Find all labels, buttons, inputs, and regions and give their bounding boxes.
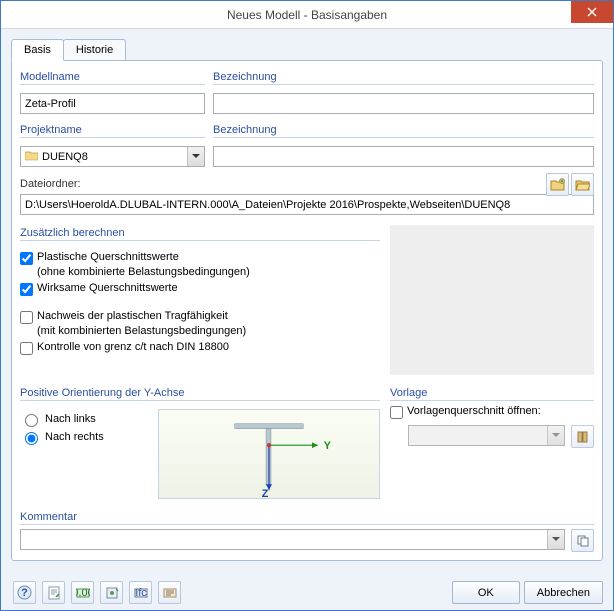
check-vorlage[interactable]: Vorlagenquerschnitt öffnen: <box>390 405 594 419</box>
check-nachweis[interactable]: Nachweis der plastischen Tragfähigkeit <box>20 310 380 324</box>
axis-diagram: Y Z <box>158 409 380 499</box>
label-bezeichnung-2: Bezeichnung <box>213 122 594 138</box>
copy-icon <box>576 534 590 548</box>
check-vorlage-label: Vorlagenquerschnitt öffnen: <box>407 405 541 417</box>
window-title: Neues Modell - Basisangaben <box>227 8 387 22</box>
units-button-1[interactable]: 0,00 <box>71 581 94 604</box>
axis-z-label: Z <box>262 488 269 498</box>
new-folder-button[interactable] <box>546 173 569 196</box>
check-kontrolle-box[interactable] <box>20 342 33 355</box>
check-vorlage-box[interactable] <box>390 406 403 419</box>
svg-text:?: ? <box>21 587 28 599</box>
cancel-button[interactable]: Abbrechen <box>524 581 603 604</box>
check-wirksam-label: Wirksame Querschnittswerte <box>37 282 178 294</box>
label-modellname: Modellname <box>20 69 205 85</box>
help-icon: ? <box>17 585 32 600</box>
settings-icon <box>105 586 119 600</box>
projekt-bezeichnung-input[interactable] <box>213 146 594 167</box>
preview-placeholder <box>390 225 594 375</box>
vorlage-combo[interactable] <box>408 425 565 448</box>
dateiordner-input[interactable] <box>20 194 594 215</box>
folder-icon <box>25 150 38 164</box>
check-plastisch-label: Plastische Querschnittswerte <box>37 251 179 263</box>
options-icon <box>163 586 177 600</box>
dialog-window: Neues Modell - Basisangaben Basis Histor… <box>0 0 614 611</box>
tab-basis[interactable]: Basis <box>11 39 64 61</box>
units-icon: 0,00 <box>76 586 90 600</box>
tab-historie[interactable]: Historie <box>63 39 126 61</box>
ifc-icon: Ifc <box>134 586 148 600</box>
check-wirksam[interactable]: Wirksame Querschnittswerte <box>20 282 380 296</box>
check-kontrolle[interactable]: Kontrolle von grenz c/t nach DIN 18800 <box>20 341 380 355</box>
label-yachse: Positive Orientierung der Y-Achse <box>20 385 380 401</box>
label-zusaetzlich: Zusätzlich berechnen <box>20 225 380 241</box>
kommentar-combo[interactable] <box>20 529 565 552</box>
units-button-2[interactable] <box>100 581 123 604</box>
projektname-combo[interactable]: DUENQ8 <box>20 146 205 167</box>
label-dateiordner: Dateiordner: <box>20 175 594 192</box>
tabstrip: Basis Historie <box>11 39 603 61</box>
radio-links-input[interactable] <box>25 414 38 427</box>
check-plastisch[interactable]: Plastische Querschnittswerte <box>20 251 380 265</box>
open-folder-button[interactable] <box>571 173 594 196</box>
chevron-down-icon <box>187 147 204 166</box>
units-button-3[interactable]: Ifc <box>129 581 152 604</box>
check-plastisch-box[interactable] <box>20 252 33 265</box>
radio-rechts-label: Nach rechts <box>45 431 104 443</box>
copy-comment-button[interactable] <box>571 529 594 552</box>
check-plastisch-sub: (ohne kombinierte Belastungsbedingungen) <box>20 266 380 278</box>
radio-rechts-input[interactable] <box>25 432 38 445</box>
chevron-down-icon <box>547 530 564 549</box>
check-wirksam-box[interactable] <box>20 283 33 296</box>
label-projektname: Projektname <box>20 122 205 138</box>
label-bezeichnung-1: Bezeichnung <box>213 69 594 85</box>
tab-panel: Modellname Bezeichnung Projektname Bezei… <box>11 60 603 561</box>
radio-links-label: Nach links <box>45 413 96 425</box>
client-area: Basis Historie Modellname Bezeichnung Pr… <box>1 29 613 569</box>
label-kommentar: Kommentar <box>20 509 594 525</box>
note-icon <box>47 586 61 600</box>
model-bezeichnung-input[interactable] <box>213 93 594 114</box>
chevron-down-icon <box>547 426 564 445</box>
check-nachweis-sub: (mit kombinierten Belastungsbedingungen) <box>20 325 380 337</box>
open-folder-icon <box>575 178 590 191</box>
svg-text:Ifc: Ifc <box>135 587 147 599</box>
library-button[interactable] <box>571 425 594 448</box>
check-nachweis-label: Nachweis der plastischen Tragfähigkeit <box>37 310 228 322</box>
library-icon <box>576 430 590 444</box>
radio-links[interactable]: Nach links <box>20 411 150 427</box>
button-row: ? 0,00 Ifc OK Abbrechen <box>1 575 613 610</box>
titlebar: Neues Modell - Basisangaben <box>1 1 613 29</box>
help-button[interactable]: ? <box>13 581 36 604</box>
ok-button[interactable]: OK <box>452 581 520 604</box>
axis-y-label: Y <box>324 440 331 452</box>
label-vorlage: Vorlage <box>390 385 594 401</box>
svg-text:0,00: 0,00 <box>76 587 90 599</box>
note-button[interactable] <box>42 581 65 604</box>
modellname-input[interactable] <box>20 93 205 114</box>
close-button[interactable] <box>571 1 613 23</box>
check-nachweis-box[interactable] <box>20 311 33 324</box>
close-icon <box>587 7 597 17</box>
radio-rechts[interactable]: Nach rechts <box>20 429 150 445</box>
check-kontrolle-label: Kontrolle von grenz c/t nach DIN 18800 <box>37 341 229 353</box>
units-button-4[interactable] <box>158 581 181 604</box>
new-folder-icon <box>550 178 565 191</box>
projektname-value: DUENQ8 <box>42 151 88 163</box>
